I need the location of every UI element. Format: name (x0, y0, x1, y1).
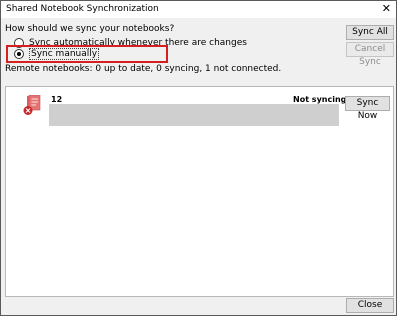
sync-all-button[interactable]: Sync All (346, 25, 394, 40)
sync-dialog: Shared Notebook Synchronization ✕ How sh… (0, 0, 397, 316)
title-bar: Shared Notebook Synchronization ✕ (1, 1, 396, 18)
redacted-path (49, 104, 339, 126)
sync-manual-radio[interactable] (14, 49, 24, 59)
close-icon[interactable]: ✕ (382, 3, 391, 14)
notebook-name: 12 (51, 95, 63, 104)
notebook-status: Not syncing. (293, 95, 350, 104)
remote-status-text: Remote notebooks: 0 up to date, 0 syncin… (5, 64, 282, 74)
sync-manual-option[interactable]: Sync manually (14, 48, 100, 60)
sync-now-button[interactable]: Sync Now (345, 96, 390, 121)
notebook-list: 12 Not syncing. Sync Now (5, 86, 394, 297)
window-title: Shared Notebook Synchronization (6, 4, 159, 14)
sync-question: How should we sync your notebooks? (5, 24, 175, 34)
sync-manual-label[interactable]: Sync manually (29, 48, 100, 60)
notebook-error-icon (23, 95, 41, 115)
close-button[interactable]: Close (346, 298, 394, 313)
cancel-sync-button[interactable]: Cancel Sync (346, 42, 394, 67)
